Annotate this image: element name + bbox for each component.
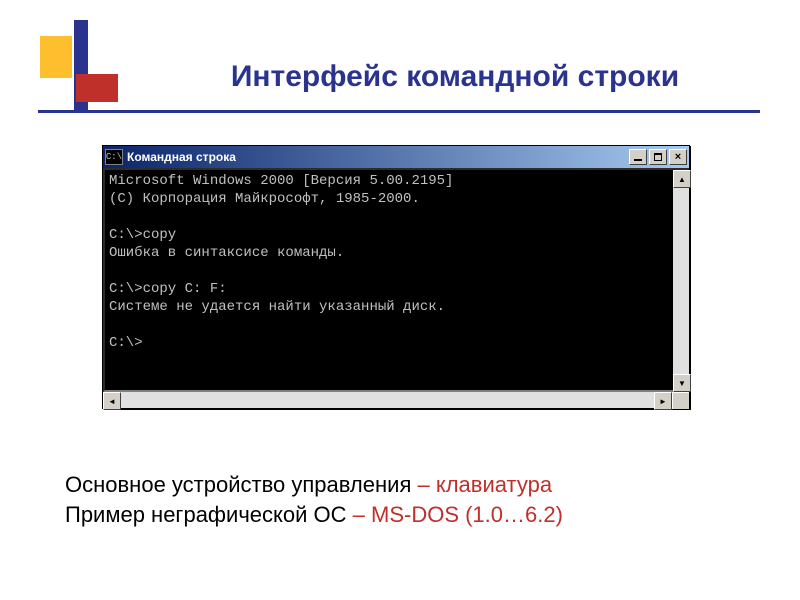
caption-2-black: Пример неграфической ОС [65, 502, 353, 527]
hscroll-track[interactable] [121, 392, 654, 408]
cmd-icon: C:\ [105, 149, 123, 165]
vscroll-track[interactable] [673, 188, 689, 374]
scroll-down-button[interactable]: ▼ [673, 374, 691, 392]
maximize-button[interactable] [649, 149, 667, 165]
scroll-up-button[interactable]: ▲ [673, 170, 691, 188]
deco-red-block [76, 74, 118, 102]
command-prompt-window: C:\ Командная строка × Microsoft Windows… [102, 145, 690, 409]
window-title: Командная строка [127, 150, 627, 164]
caption-2-red: – MS-DOS (1.0…6.2) [353, 502, 563, 527]
close-button[interactable]: × [669, 149, 687, 165]
deco-yellow-block [40, 36, 72, 78]
slide-title: Интерфейс командной строки [150, 60, 760, 94]
horizontal-scrollbar[interactable]: ◄ ► [103, 392, 689, 408]
title-underline [38, 110, 760, 113]
caption-line-2: Пример неграфической ОС – MS-DOS (1.0…6.… [65, 500, 740, 530]
title-decoration [28, 20, 138, 130]
window-titlebar[interactable]: C:\ Командная строка × [103, 146, 689, 168]
scroll-left-button[interactable]: ◄ [103, 392, 121, 410]
minimize-button[interactable] [629, 149, 647, 165]
console-output[interactable]: Microsoft Windows 2000 [Версия 5.00.2195… [103, 168, 673, 392]
caption-1-black: Основное устройство управления [65, 472, 417, 497]
scroll-right-button[interactable]: ► [654, 392, 672, 410]
caption-1-red: – клавиатура [417, 472, 552, 497]
size-grip[interactable] [672, 392, 689, 409]
caption-line-1: Основное устройство управления – клавиат… [65, 470, 740, 500]
caption-block: Основное устройство управления – клавиат… [65, 470, 740, 530]
vertical-scrollbar[interactable]: ▲ ▼ [673, 168, 689, 392]
